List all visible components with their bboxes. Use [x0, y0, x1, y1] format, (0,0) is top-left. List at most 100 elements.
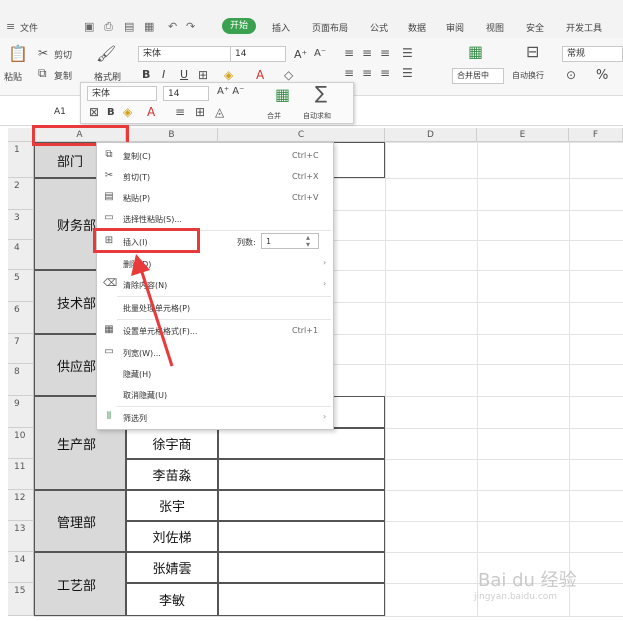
menu-item-clear[interactable]: ⌫ 清除内容(N) ›	[97, 274, 333, 295]
format-painter-icon[interactable]: 🖌	[96, 44, 116, 63]
wrap-icon[interactable]: ⊟	[526, 42, 539, 61]
menu-item-hide[interactable]: 隐藏(H)	[97, 363, 333, 384]
row-header[interactable]: 4	[8, 240, 34, 270]
bold-button[interactable]: B	[142, 68, 150, 81]
row-header[interactable]: 3	[8, 210, 34, 240]
save-icon[interactable]: ▣	[84, 20, 94, 33]
row-header[interactable]: 12	[8, 490, 34, 521]
row-header[interactable]: 1	[8, 142, 34, 178]
mini-grow-font[interactable]: A⁺ A⁻	[217, 86, 244, 97]
name-cell[interactable]: 张宇	[126, 490, 218, 521]
cut-icon[interactable]: ✂	[38, 46, 48, 60]
mini-fill-color-icon[interactable]: ◈	[123, 105, 132, 119]
menu-item-copy[interactable]: ⧉ 复制(C) Ctrl+C	[97, 145, 333, 166]
tab-developer[interactable]: 开发工具	[566, 21, 602, 34]
align-top-icon[interactable]: ≡	[344, 46, 354, 60]
mini-align-icon[interactable]: ≡	[175, 105, 185, 119]
clear-format-icon[interactable]: ◇	[284, 68, 293, 82]
menu-item-column-width[interactable]: ▭ 列宽(W)...	[97, 342, 333, 363]
export-icon[interactable]: ▦	[144, 20, 154, 33]
row-header[interactable]: 7	[8, 334, 34, 364]
print-icon[interactable]: ⎙	[104, 20, 113, 34]
cell-c14[interactable]	[218, 552, 385, 583]
redo-icon[interactable]: ↷	[186, 20, 195, 33]
file-menu[interactable]: 文件	[20, 21, 38, 34]
align-left-icon[interactable]: ≡	[344, 66, 354, 80]
mini-format-painter-icon[interactable]: ⊠	[89, 105, 99, 119]
menu-icon[interactable]: ≡	[6, 20, 15, 33]
paste-label[interactable]: 粘贴	[4, 70, 22, 83]
tab-review[interactable]: 审阅	[446, 21, 464, 34]
menu-item-format-cells[interactable]: ▦ 设置单元格格式(F)... Ctrl+1	[97, 320, 333, 341]
mini-sum-icon[interactable]: ∑	[315, 83, 327, 104]
menu-item-unhide[interactable]: 取消隐藏(U)	[97, 384, 333, 405]
tab-data[interactable]: 数据	[408, 21, 426, 34]
merge-icon[interactable]: ▦	[468, 42, 483, 61]
column-header-b[interactable]: B	[126, 128, 218, 142]
shrink-font-button[interactable]: A⁻	[314, 48, 326, 59]
menu-item-filter-column[interactable]: ⫴ 筛选列 ›	[97, 407, 333, 428]
column-header-f[interactable]: F	[569, 128, 623, 142]
merge-center-button[interactable]: 合并居中	[452, 68, 504, 84]
tab-insert[interactable]: 插入	[272, 21, 290, 34]
row-header[interactable]: 2	[8, 178, 34, 210]
select-all-corner[interactable]	[8, 128, 34, 142]
name-cell[interactable]: 张婧雲	[126, 552, 218, 583]
row-header[interactable]: 10	[8, 428, 34, 459]
row-header[interactable]: 5	[8, 270, 34, 302]
mini-font-name[interactable]: 宋体	[87, 86, 157, 101]
menu-item-paste[interactable]: ▤ 粘贴(P) Ctrl+V	[97, 187, 333, 208]
column-header-d[interactable]: D	[385, 128, 477, 142]
font-size-select[interactable]: 14	[230, 46, 286, 62]
copy-label[interactable]: 复制	[54, 69, 72, 82]
underline-button[interactable]: U	[180, 68, 188, 81]
menu-item-batch[interactable]: 批量处理单元格(P)	[97, 297, 333, 318]
number-format-select[interactable]: 常规	[562, 46, 623, 62]
menu-item-cut[interactable]: ✂ 剪切(T) Ctrl+X	[97, 166, 333, 187]
row-header[interactable]: 15	[8, 583, 34, 616]
cell-c12[interactable]	[218, 490, 385, 521]
menu-item-paste-special[interactable]: ▭ 选择性粘贴(S)...	[97, 208, 333, 229]
tab-home[interactable]: 开始	[222, 18, 256, 34]
mini-merge-icon[interactable]: ▦	[275, 85, 290, 104]
mini-font-color-icon[interactable]: A	[147, 105, 155, 119]
row-header[interactable]: 11	[8, 459, 34, 490]
spinner-icon[interactable]: ▴ ▾	[306, 234, 310, 249]
cell-c13[interactable]	[218, 521, 385, 552]
grow-font-button[interactable]: A⁺	[294, 48, 307, 61]
column-header-e[interactable]: E	[477, 128, 569, 142]
column-header-c[interactable]: C	[218, 128, 385, 142]
italic-button[interactable]: I	[162, 68, 165, 81]
align-right-icon[interactable]: ≡	[380, 66, 390, 80]
cell-c15[interactable]	[218, 583, 385, 616]
align-bottom-icon[interactable]: ≡	[380, 46, 390, 60]
tab-view[interactable]: 视图	[486, 21, 504, 34]
copy-icon[interactable]: ⧉	[38, 66, 47, 81]
cut-label[interactable]: 剪切	[54, 48, 72, 61]
mini-autosum-button[interactable]: 自动求和	[303, 111, 331, 121]
name-cell[interactable]: 李苗淼	[126, 459, 218, 490]
menu-item-delete[interactable]: 删除(D) ›	[97, 253, 333, 274]
fill-color-icon[interactable]: ◈	[224, 68, 233, 82]
name-cell[interactable]: 徐宇商	[126, 428, 218, 459]
cell-c11[interactable]	[218, 459, 385, 490]
dept-cell-craft[interactable]: 工艺部	[34, 552, 126, 616]
undo-icon[interactable]: ↶	[168, 20, 177, 33]
mini-bold-button[interactable]: B	[107, 107, 115, 118]
align-middle-icon[interactable]: ≡	[362, 46, 372, 60]
row-header[interactable]: 14	[8, 552, 34, 583]
mini-fill-icon[interactable]: ◬	[215, 105, 224, 119]
row-header[interactable]: 13	[8, 521, 34, 552]
wrap-text-button[interactable]: 自动换行	[512, 70, 544, 81]
border-icon[interactable]: ⊞	[198, 68, 208, 82]
dept-cell-management[interactable]: 管理部	[34, 490, 126, 552]
preview-icon[interactable]: ▤	[124, 20, 134, 33]
percent-button[interactable]: %	[596, 68, 608, 83]
tab-security[interactable]: 安全	[526, 21, 544, 34]
tab-formulas[interactable]: 公式	[370, 21, 388, 34]
mini-font-size[interactable]: 14	[163, 86, 209, 101]
insert-count-input[interactable]: 1 ▴ ▾	[261, 233, 319, 249]
cell-c10[interactable]	[218, 428, 385, 459]
row-header[interactable]: 6	[8, 302, 34, 334]
mini-merge-button[interactable]: 合并	[267, 111, 281, 121]
